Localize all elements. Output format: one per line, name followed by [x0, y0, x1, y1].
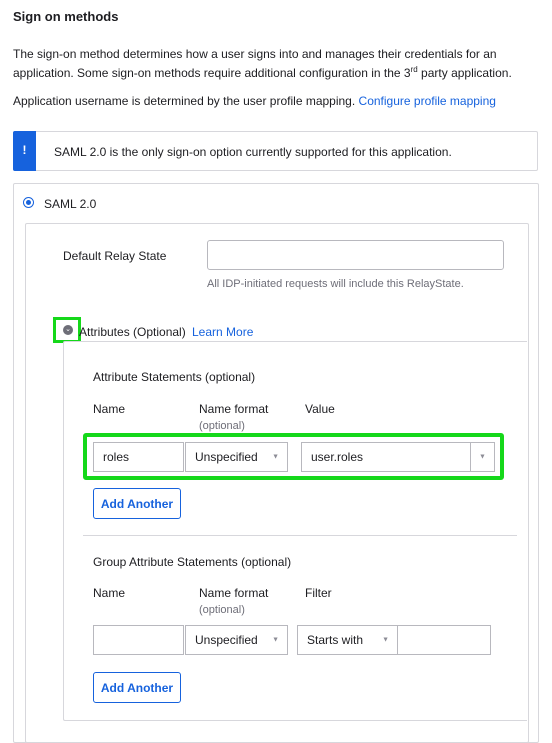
- sign-on-description: The sign-on method determines how a user…: [13, 47, 512, 80]
- group-col-filter: Filter: [305, 586, 332, 600]
- relay-state-input[interactable]: [207, 240, 504, 270]
- relay-state-label: Default Relay State: [63, 249, 167, 263]
- attr-col-format: Name format: [199, 402, 269, 416]
- section-divider: [83, 535, 517, 536]
- caret-down-icon: ▼: [272, 636, 279, 644]
- attributes-label[interactable]: Attributes (Optional): [79, 325, 186, 339]
- username-mapping-text: Application username is determined by th…: [13, 94, 496, 108]
- group-filter-type-select[interactable]: Starts with ▼: [297, 625, 398, 655]
- saml-radio[interactable]: [23, 197, 34, 208]
- caret-down-icon: ▼: [382, 636, 389, 644]
- group-col-format: Name format: [199, 586, 269, 600]
- page-title: Sign on methods: [13, 9, 119, 24]
- group-filter-value-input[interactable]: [397, 625, 491, 655]
- group-col-format-sub: (optional): [199, 604, 245, 616]
- configure-profile-mapping-link[interactable]: Configure profile mapping: [359, 94, 496, 108]
- attributes-panel: [63, 341, 527, 721]
- add-group-attribute-button[interactable]: Add Another: [93, 672, 181, 703]
- group-statements-title: Group Attribute Statements (optional): [93, 555, 292, 569]
- learn-more-link[interactable]: Learn More: [192, 325, 253, 339]
- attr-col-name: Name: [93, 402, 126, 416]
- info-banner: ! SAML 2.0 is the only sign-on option cu…: [13, 131, 538, 171]
- group-format-select[interactable]: Unspecified ▼: [185, 625, 288, 655]
- attributes-toggle-highlight: [53, 317, 81, 343]
- group-col-name: Name: [93, 586, 126, 600]
- info-icon: !: [13, 131, 36, 171]
- group-name-input[interactable]: [93, 625, 184, 655]
- saml-radio-label[interactable]: SAML 2.0: [44, 197, 96, 211]
- add-attribute-button[interactable]: Add Another: [93, 488, 181, 519]
- banner-text: SAML 2.0 is the only sign-on option curr…: [54, 145, 452, 159]
- attribute-statements-title: Attribute Statements (optional): [93, 370, 256, 384]
- relay-state-help: All IDP-initiated requests will include …: [207, 278, 464, 290]
- attr-col-format-sub: (optional): [199, 420, 245, 432]
- attribute-row-highlight: [83, 433, 504, 480]
- attr-col-value: Value: [305, 402, 335, 416]
